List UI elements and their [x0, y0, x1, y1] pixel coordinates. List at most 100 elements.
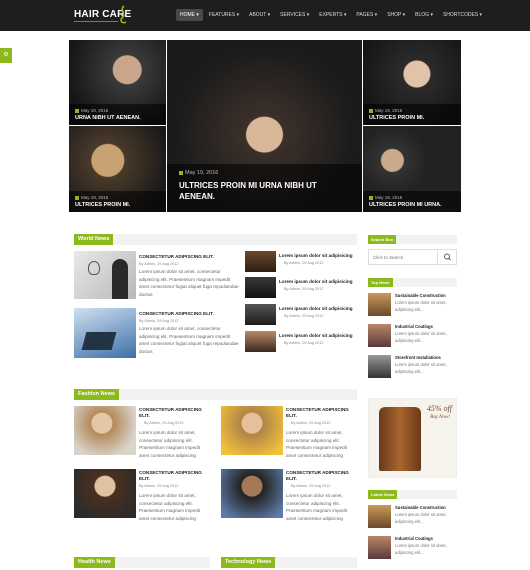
post-thumbnail[interactable]	[368, 355, 391, 378]
nav-shop[interactable]: SHOP ▾	[383, 9, 409, 21]
post-excerpt: Lorem ipsum dolor sit amet, adipiscing e…	[395, 300, 447, 312]
post-title[interactable]: CONSECTETUR ADIPISCING ELIT.	[286, 470, 356, 482]
search-input[interactable]	[369, 250, 437, 264]
post-thumbnail[interactable]	[368, 293, 391, 316]
section-label: World News	[74, 234, 114, 245]
nav-blog[interactable]: BLOG ▾	[411, 9, 437, 21]
section-label: Top News	[368, 278, 393, 287]
post-meta: By Admin, 29 Aug 2012	[284, 341, 324, 345]
post-thumbnail[interactable]	[245, 251, 276, 272]
nav-home[interactable]: HOME ▾	[176, 9, 203, 21]
post-title[interactable]: Industrial Coatings	[395, 536, 433, 541]
post-meta: By Admin, 29 Aug 2012	[139, 484, 179, 488]
hero-title[interactable]: ULTRICES PROIN MI URNA NIBH UT AENEAN.	[179, 180, 350, 202]
post-meta: By Admin, 29 Aug 2012	[284, 314, 324, 318]
post-title[interactable]: Lorem ipsum dolor sit adipisicing	[279, 333, 353, 338]
section-label: Technology News	[221, 557, 276, 568]
post-thumbnail[interactable]	[74, 406, 136, 455]
post-date: May 19, 2016	[75, 108, 160, 113]
top-news-header: Top News	[368, 278, 457, 287]
settings-tab-icon[interactable]: ⚙	[0, 48, 12, 63]
post-excerpt: Lorem ipsum dolor sit amet, adipiscing e…	[395, 543, 447, 555]
hero-title[interactable]: ULTRICES PROIN MI.	[369, 115, 455, 121]
section-label: Search Box	[368, 235, 397, 244]
post-thumbnail[interactable]	[245, 304, 276, 325]
ad-headline: 45% off	[426, 404, 452, 413]
hero-tile[interactable]: May 19, 2016 ULTRICES PROIN MI.	[69, 126, 166, 212]
fashion-news-header: Fashion News	[74, 389, 357, 400]
world-news-header: World News	[74, 234, 357, 245]
nav-features[interactable]: FEATURES ▾	[205, 9, 243, 21]
hero-title[interactable]: URNA NIBH UT AENEAN.	[75, 115, 160, 121]
latest-news-header: Latest News	[368, 490, 457, 499]
post-thumbnail[interactable]	[74, 308, 136, 358]
health-news-header: Health News	[74, 557, 210, 568]
hero-title[interactable]: ULTRICES PROIN MI URNA.	[369, 202, 455, 208]
post-meta: By Admin, 29 Aug 2012	[139, 319, 179, 323]
post-meta: By Admin, 29 Aug 2012	[139, 262, 179, 266]
post-meta: By Admin, 29 Aug 2012	[144, 421, 184, 425]
post-meta: By Admin, 29 Aug 2012	[291, 421, 331, 425]
hero-caption: May 19, 2016 URNA NIBH UT AENEAN.	[69, 104, 166, 125]
post-thumbnail[interactable]	[221, 469, 283, 518]
post-excerpt: Lorem ipsum dolor sit amet, consectetur …	[139, 269, 239, 297]
jacket-image	[379, 407, 421, 471]
post-thumbnail[interactable]	[368, 505, 391, 528]
post-title[interactable]: CONSECTETUR ADIPISCING ELIT.	[139, 254, 239, 260]
hero-tile-featured[interactable]: May 19, 2016 ULTRICES PROIN MI URNA NIBH…	[167, 40, 362, 212]
post-title[interactable]: Lorem ipsum dolor sit adipisicing	[279, 306, 353, 311]
post-thumbnail[interactable]	[245, 277, 276, 298]
person-silhouette	[112, 259, 128, 299]
post-title[interactable]: CONSECTETUR ADIPISCING ELIT.	[139, 407, 209, 419]
ad-subtext: Buy Now!	[430, 415, 450, 420]
calculator-icon	[81, 332, 117, 350]
hero-tile[interactable]: May 19, 2016 ULTRICES PROIN MI.	[363, 40, 461, 125]
hero-caption: May 19, 2016 ULTRICES PROIN MI.	[69, 191, 166, 212]
hero-tile[interactable]: May 19, 2016 URNA NIBH UT AENEAN.	[69, 40, 166, 125]
post-title[interactable]: Lorem ipsum dolor sit adipisicing	[279, 279, 353, 284]
post-title[interactable]: CONSECTETUR ADIPISCING ELIT.	[286, 407, 356, 419]
post-title[interactable]: Sustainable Construction	[395, 505, 446, 510]
search-box	[368, 249, 457, 265]
search-box-header: Search Box	[368, 235, 457, 244]
nav-about[interactable]: ABOUT ▾	[245, 9, 274, 21]
post-date: May 19, 2016	[179, 170, 350, 176]
nav-services[interactable]: SERVICES ▾	[276, 9, 313, 21]
post-thumbnail[interactable]	[74, 469, 136, 518]
hero-title[interactable]: ULTRICES PROIN MI.	[75, 202, 160, 208]
post-excerpt: Lorem ipsum dolor sit amet, consectetur …	[139, 430, 201, 458]
nav-shortcodes[interactable]: SHORTCODES ▾	[439, 9, 486, 21]
lightbulb-icon	[88, 261, 100, 275]
post-thumbnail[interactable]	[221, 406, 283, 455]
section-label: Latest News	[368, 490, 398, 499]
post-title[interactable]: Industrial Coatings	[395, 324, 433, 329]
post-title[interactable]: Lorem ipsum dolor sit adipisicing	[279, 253, 353, 258]
post-thumbnail[interactable]	[74, 251, 136, 299]
technology-news-header: Technology News	[221, 557, 357, 568]
nav-experts[interactable]: EXPERTS ▾	[315, 9, 350, 21]
post-excerpt: Lorem ipsum dolor sit amet, adipiscing e…	[395, 331, 447, 343]
hero-grid: May 19, 2016 URNA NIBH UT AENEAN. May 19…	[69, 40, 461, 212]
post-excerpt: Lorem ipsum dolor sit amet, adipiscing e…	[395, 512, 447, 524]
post-title[interactable]: CONSECTETUR ADIPISCING ELIT.	[139, 470, 209, 482]
hero-tile[interactable]: May 19, 2016 ULTRICES PROIN MI URNA.	[363, 126, 461, 212]
logo-underline	[74, 21, 118, 22]
search-icon	[444, 253, 451, 261]
post-excerpt: Lorem ipsum dolor sit amet, consectetur …	[286, 430, 348, 458]
post-meta: By Admin, 29 Aug 2012	[291, 484, 331, 488]
post-thumbnail[interactable]	[245, 331, 276, 352]
top-navbar: HAIR CARE HOME ▾ FEATURES ▾ ABOUT ▾ SERV…	[0, 0, 530, 31]
post-thumbnail[interactable]	[368, 536, 391, 559]
section-label: Health News	[74, 557, 115, 568]
ad-banner[interactable]: 45% off Buy Now!	[368, 398, 457, 478]
post-thumbnail[interactable]	[368, 324, 391, 347]
nav-pages[interactable]: PAGES ▾	[352, 9, 381, 21]
search-button[interactable]	[437, 250, 456, 264]
post-date: May 19, 2016	[75, 195, 160, 200]
post-excerpt: Lorem ipsum dolor sit amet, consectetur …	[139, 493, 201, 521]
post-title[interactable]: CONSECTETUR ADIPISCING ELIT.	[139, 311, 239, 317]
post-title[interactable]: Sustainable Construction	[395, 293, 446, 298]
post-title[interactable]: Storefront Installations	[395, 355, 441, 360]
post-meta: By Admin, 29 Aug 2012	[284, 287, 324, 291]
post-date: May 19, 2016	[369, 108, 455, 113]
